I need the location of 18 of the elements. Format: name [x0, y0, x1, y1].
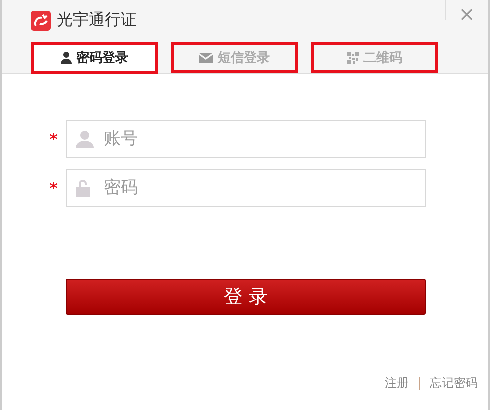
input-field[interactable]: 账号	[66, 120, 426, 158]
required-mark: *	[48, 130, 59, 148]
login-tab[interactable]: 密码登录	[31, 42, 158, 74]
required-mark: *	[48, 178, 59, 198]
login-tab[interactable]: 二维码	[311, 42, 438, 73]
user-icon	[60, 52, 72, 64]
login-tab[interactable]: 短信登录	[171, 42, 298, 73]
window-title: 光宇通行证	[57, 10, 137, 32]
logo-icon	[31, 10, 51, 31]
input-field[interactable]: 密码	[66, 169, 426, 207]
user-icon	[76, 130, 94, 148]
footer-link[interactable]: 忘记密码	[430, 375, 478, 392]
envelope-icon	[199, 52, 213, 62]
footer-link[interactable]: 注册	[385, 375, 409, 392]
login-button[interactable]: 登 录	[66, 279, 426, 315]
close-button[interactable]: ×	[446, 0, 488, 28]
lock-icon	[76, 179, 90, 197]
qr-code-icon	[346, 52, 358, 64]
